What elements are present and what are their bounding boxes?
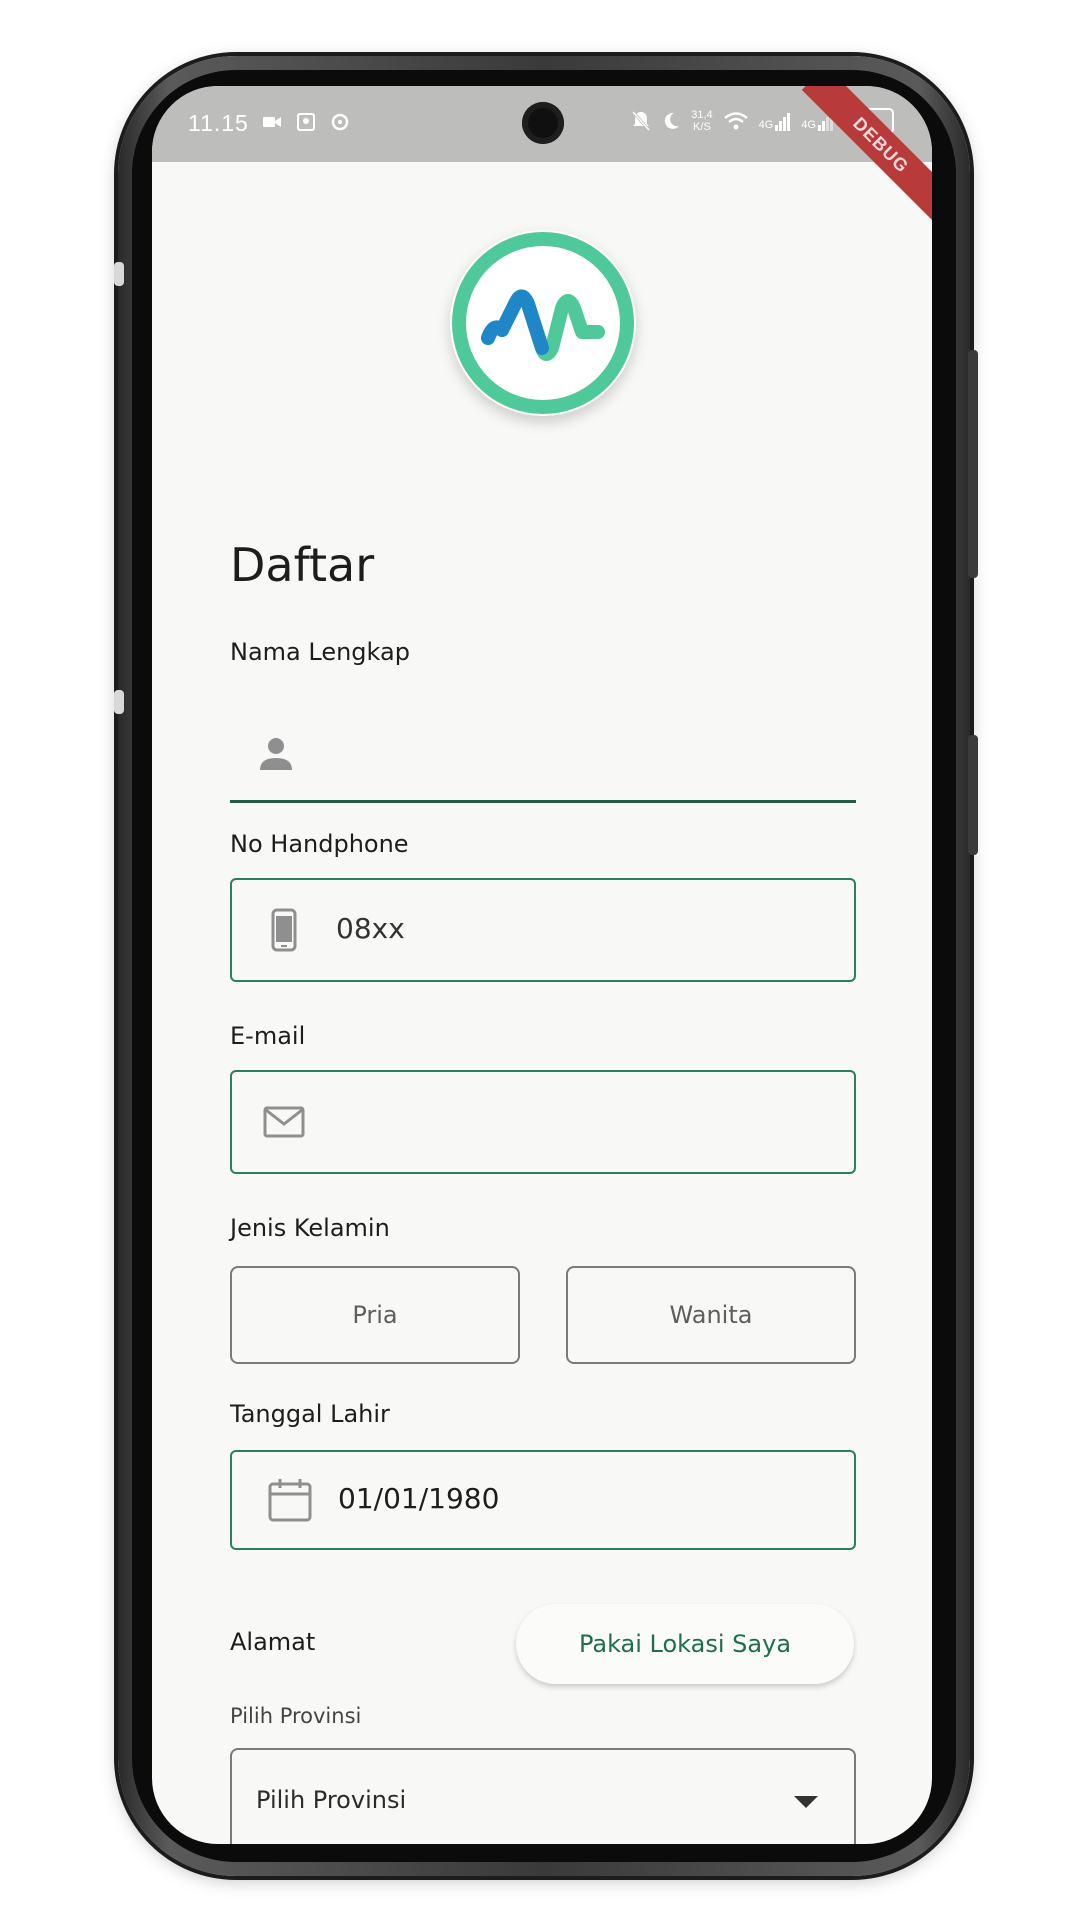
- use-my-location-button[interactable]: Pakai Lokasi Saya: [516, 1604, 854, 1684]
- birth-date-label: Tanggal Lahir: [230, 1400, 390, 1428]
- app-logo: [450, 230, 636, 416]
- phone-volume-button: [968, 350, 978, 578]
- phone-value: 08xx: [336, 912, 405, 945]
- screen: 11.15 31,4 K/S 4G 4G 1: [152, 86, 932, 1844]
- birth-date-value: 01/01/1980: [338, 1482, 500, 1515]
- gender-female-button[interactable]: Wanita: [566, 1266, 856, 1364]
- network-speed: 31,4 K/S: [691, 109, 712, 133]
- calendar-icon: [268, 1479, 312, 1522]
- mute-bell-icon: [632, 111, 651, 131]
- phone-icon: [271, 908, 297, 952]
- network-type-2: 4G: [801, 119, 816, 131]
- network-speed-unit: K/S: [693, 121, 711, 133]
- full-name-input[interactable]: [230, 706, 856, 803]
- sync-icon: [331, 113, 349, 131]
- video-camera-icon: [263, 117, 281, 127]
- phone-label: No Handphone: [230, 830, 409, 858]
- full-name-label: Nama Lengkap: [230, 638, 410, 666]
- pulse-logo-icon: [452, 232, 634, 414]
- gender-male-button[interactable]: Pria: [230, 1266, 520, 1364]
- network-speed-value: 31,4: [691, 109, 713, 121]
- province-label: Pilih Provinsi: [230, 1704, 362, 1728]
- photo-gallery-icon: [297, 113, 315, 131]
- status-notification-icons: [262, 112, 350, 132]
- phone-side-button-left-top: [114, 262, 124, 286]
- front-camera: [522, 102, 564, 144]
- province-selected-value: Pilih Provinsi: [256, 1786, 407, 1814]
- mail-icon: [263, 1106, 305, 1138]
- status-time: 11.15: [188, 110, 249, 136]
- phone-side-button-left-bottom: [114, 690, 124, 714]
- email-label: E-mail: [230, 1022, 306, 1050]
- dropdown-arrow-icon: [794, 1796, 818, 1808]
- signal-4g-1: 4G: [759, 111, 792, 131]
- wifi-icon: [723, 112, 748, 130]
- address-label: Alamat: [230, 1628, 316, 1656]
- gender-label: Jenis Kelamin: [230, 1214, 390, 1242]
- do-not-disturb-moon-icon: [665, 112, 680, 129]
- email-input[interactable]: [230, 1070, 856, 1174]
- phone-power-button: [968, 735, 978, 855]
- page-title: Daftar: [230, 538, 375, 592]
- network-type-1: 4G: [758, 119, 774, 131]
- birth-date-input[interactable]: 01/01/1980: [230, 1450, 856, 1550]
- phone-input[interactable]: 08xx: [230, 878, 856, 982]
- province-select[interactable]: Pilih Provinsi: [230, 1748, 856, 1844]
- person-icon: [260, 738, 292, 770]
- signal-bars-icon: [775, 113, 791, 131]
